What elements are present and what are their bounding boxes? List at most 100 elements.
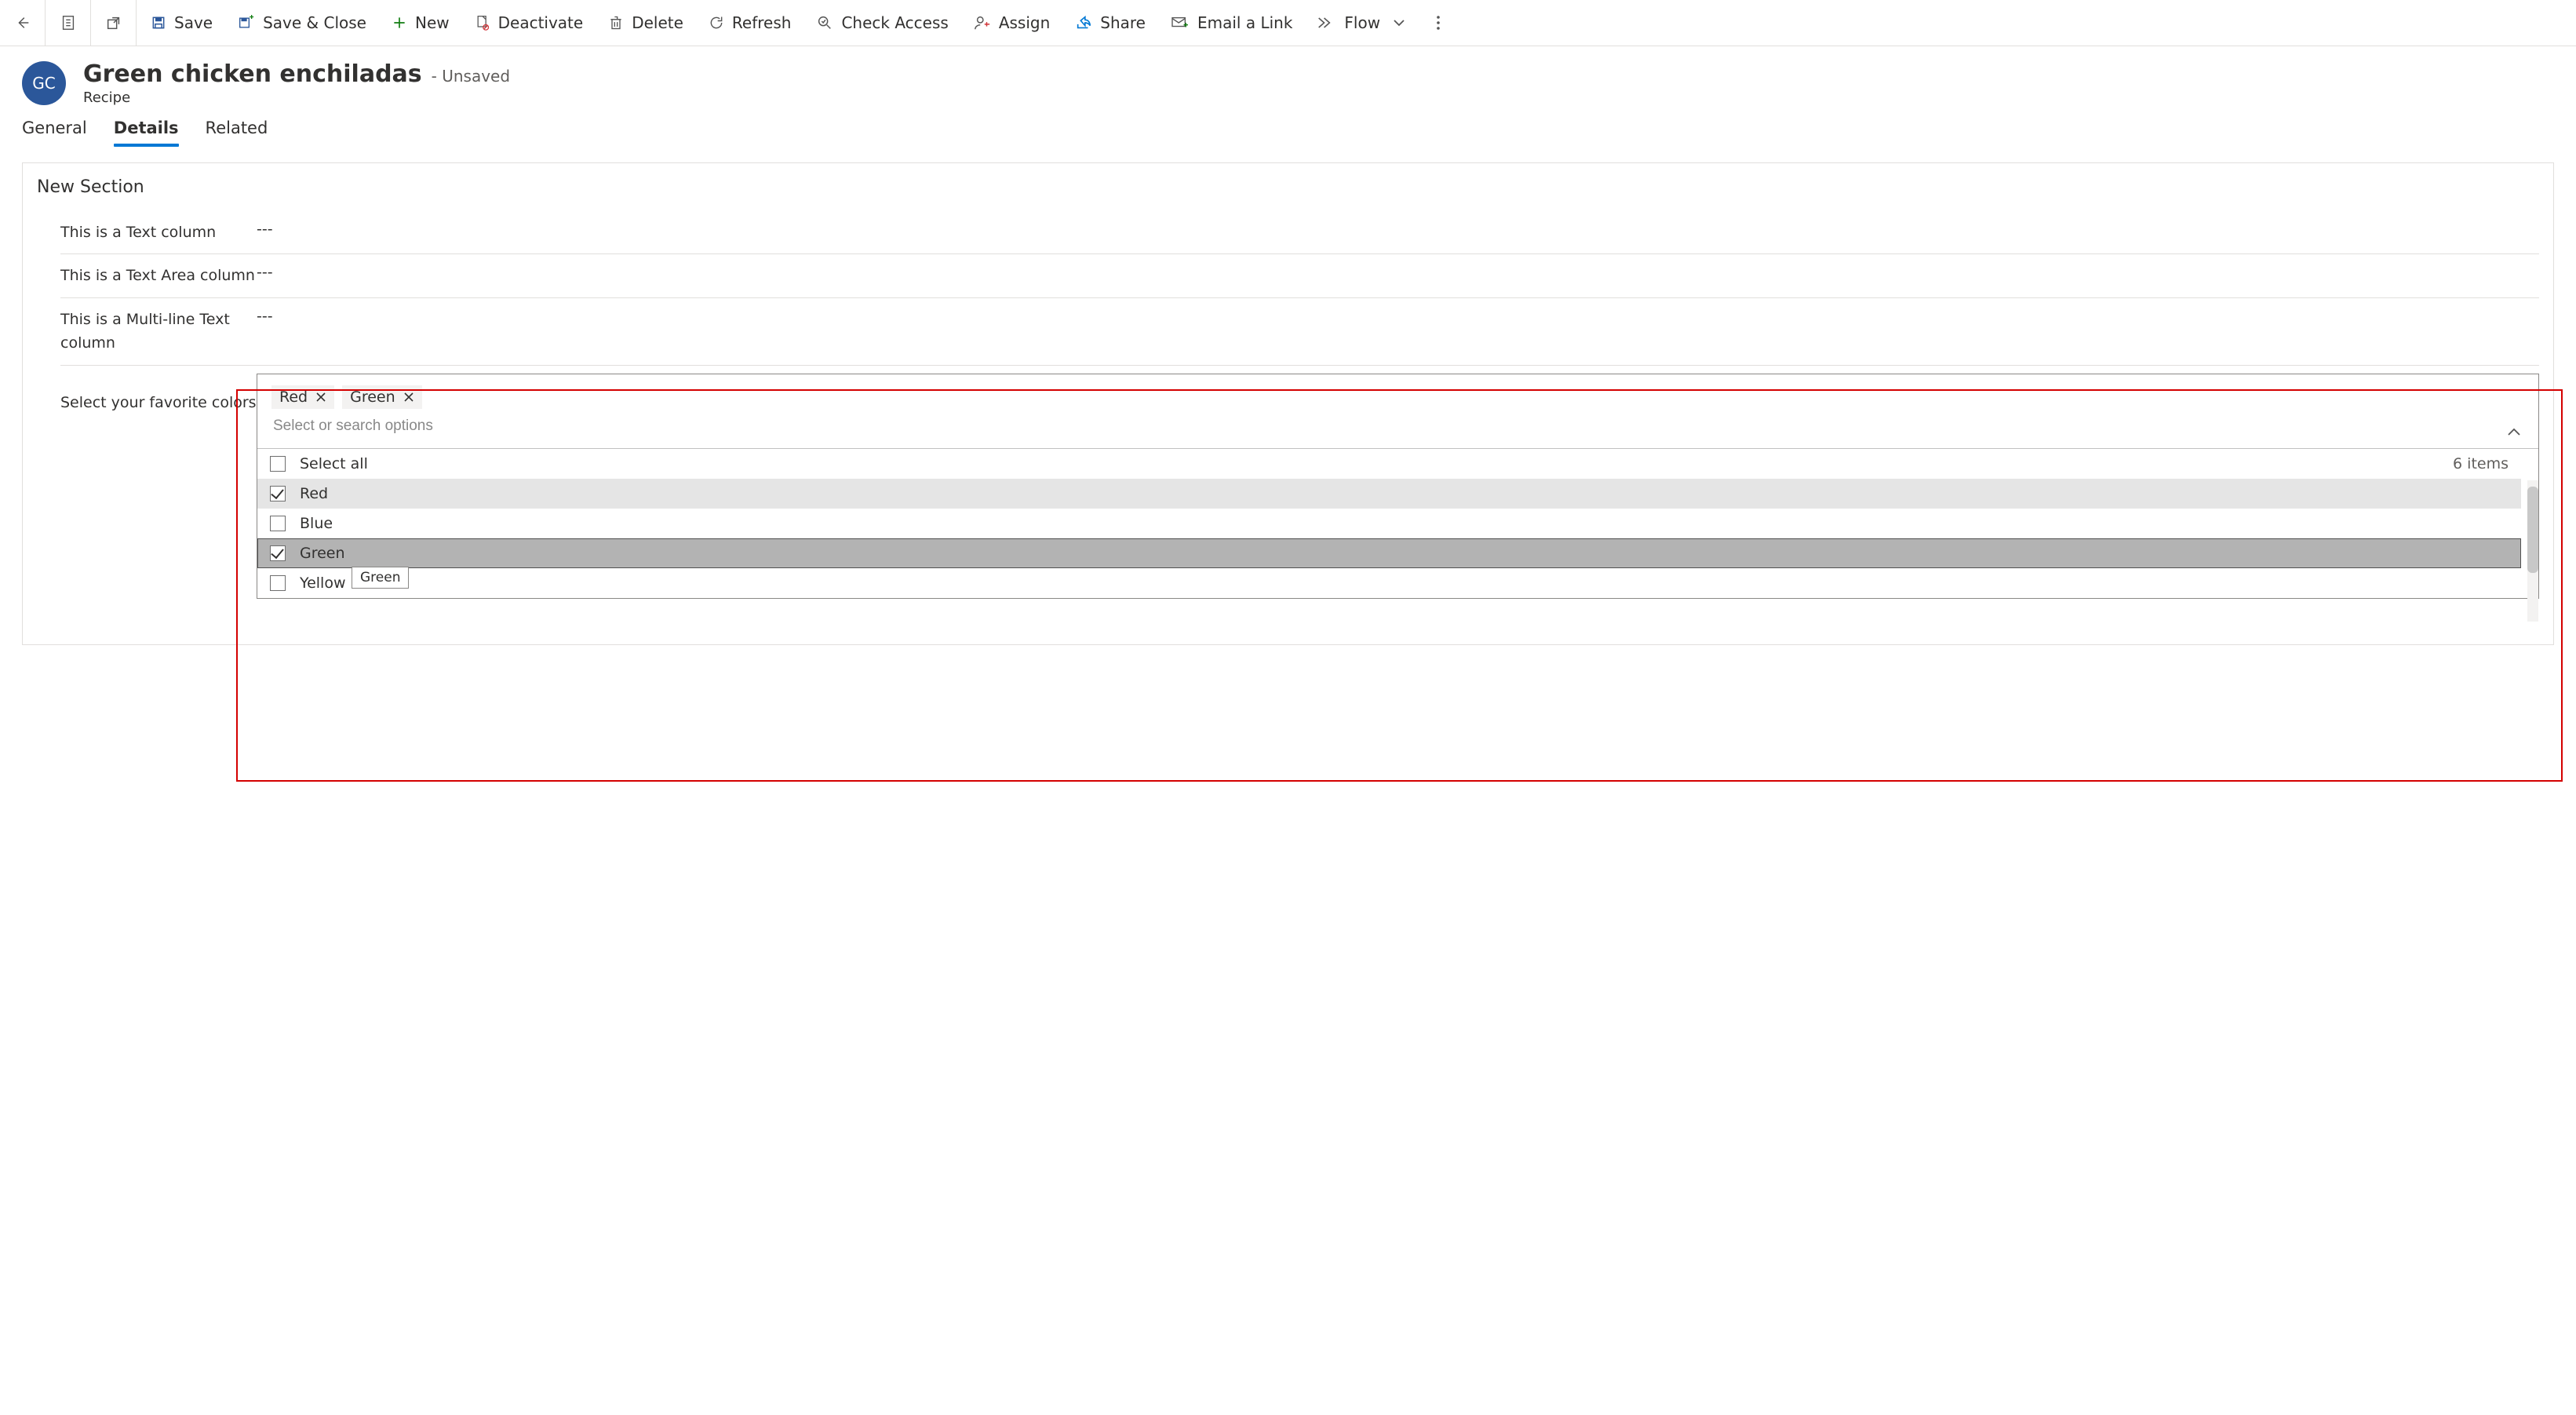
field-label: This is a Text Area column	[60, 264, 257, 287]
share-button[interactable]: Share	[1075, 13, 1146, 32]
deactivate-label: Deactivate	[498, 13, 584, 32]
share-icon	[1075, 14, 1092, 31]
save-close-label: Save & Close	[263, 13, 366, 32]
email-link-label: Email a Link	[1197, 13, 1292, 32]
flow-label: Flow	[1344, 13, 1380, 32]
field-label: Select your favorite colors	[60, 375, 257, 414]
multiselect-count: 6 items	[2453, 455, 2509, 472]
save-button[interactable]: Save	[151, 13, 213, 32]
check-access-label: Check Access	[841, 13, 948, 32]
record-title: Green chicken enchiladas	[83, 60, 422, 88]
refresh-icon	[709, 15, 724, 31]
multiselect-colors: Red Green	[257, 374, 2539, 599]
record-header: GC Green chicken enchiladas - Unsaved Re…	[0, 46, 2576, 109]
new-button[interactable]: New	[392, 13, 450, 32]
select-all-label: Select all	[300, 455, 368, 472]
multiselect-option[interactable]: Yellow Green	[257, 568, 2521, 598]
option-label: Blue	[300, 515, 333, 532]
checkbox-option[interactable]	[270, 516, 286, 531]
tooltip: Green	[352, 567, 409, 589]
pill-remove-icon[interactable]	[403, 392, 414, 403]
tab-related[interactable]: Related	[206, 119, 268, 145]
document-icon	[60, 14, 76, 31]
assign-icon	[974, 14, 991, 31]
multiselect-collapse-button[interactable]	[2501, 421, 2527, 444]
pill-green[interactable]: Green	[342, 385, 422, 409]
multiselect-option[interactable]: Blue	[257, 509, 2521, 538]
record-title-block: Green chicken enchiladas - Unsaved Recip…	[83, 60, 510, 106]
save-close-icon	[238, 15, 255, 31]
form-tabs: General Details Related	[0, 109, 2576, 145]
pill-label: Green	[350, 388, 395, 406]
assign-label: Assign	[999, 13, 1050, 32]
multiselect-select-all-row[interactable]: Select all 6 items	[257, 449, 2521, 479]
record-avatar: GC	[22, 61, 66, 105]
check-access-icon	[816, 14, 833, 31]
back-arrow-icon	[14, 14, 31, 31]
pill-label: Red	[279, 388, 308, 406]
share-label: Share	[1100, 13, 1146, 32]
section-new-section: New Section This is a Text column --- Th…	[22, 162, 2554, 645]
field-value: ---	[257, 264, 273, 281]
pill-red[interactable]: Red	[271, 385, 334, 409]
multiselect-option[interactable]: Green	[257, 538, 2521, 568]
more-vertical-icon	[1430, 13, 1446, 32]
chevron-down-icon	[1393, 18, 1405, 27]
tab-general[interactable]: General	[22, 119, 87, 145]
field-label: This is a Text column	[60, 221, 257, 244]
field-text-column[interactable]: This is a Text column ---	[60, 211, 2539, 254]
email-icon	[1171, 15, 1190, 31]
commands: Save Save & Close New Deactivate Delete	[151, 0, 1405, 46]
save-icon	[151, 15, 166, 31]
field-multiline-column[interactable]: This is a Multi-line Text column ---	[60, 298, 2539, 366]
field-label: This is a Multi-line Text column	[60, 308, 257, 356]
check-access-button[interactable]: Check Access	[816, 13, 948, 32]
delete-label: Delete	[632, 13, 683, 32]
multiselect-selected-pills: Red Green	[257, 374, 2538, 417]
pill-remove-icon[interactable]	[315, 392, 326, 403]
tab-details[interactable]: Details	[114, 119, 179, 145]
checkbox-option[interactable]	[270, 486, 286, 501]
dropdown-scrollbar[interactable]	[2527, 480, 2538, 622]
multiselect-dropdown: Select all 6 items Red Blue Green	[257, 448, 2538, 598]
record-entity: Recipe	[83, 89, 510, 106]
multiselect-option[interactable]: Red	[257, 479, 2521, 509]
checkbox-option[interactable]	[270, 545, 286, 561]
refresh-button[interactable]: Refresh	[709, 13, 792, 32]
deactivate-icon	[475, 14, 490, 31]
email-link-button[interactable]: Email a Link	[1171, 13, 1292, 32]
field-value: ---	[257, 221, 273, 238]
field-multiselect-colors: Select your favorite colors Red Green	[60, 366, 2539, 608]
option-label: Green	[300, 545, 345, 562]
overflow-button[interactable]	[1430, 13, 1446, 32]
avatar-initials: GC	[32, 74, 55, 93]
scrollbar-thumb[interactable]	[2527, 487, 2538, 573]
checkbox-option[interactable]	[270, 575, 286, 591]
multiselect-search-input[interactable]	[271, 417, 2496, 436]
back-button[interactable]	[0, 0, 46, 46]
task-pane-button[interactable]	[46, 0, 91, 46]
option-label: Red	[300, 485, 328, 502]
flow-button[interactable]: Flow	[1317, 13, 1405, 32]
checkbox-select-all[interactable]	[270, 456, 286, 472]
section-title: New Section	[37, 177, 2539, 197]
deactivate-button[interactable]: Deactivate	[475, 13, 584, 32]
popout-button[interactable]	[91, 0, 137, 46]
assign-button[interactable]: Assign	[974, 13, 1050, 32]
option-label: Yellow	[300, 574, 346, 592]
field-value: ---	[257, 308, 273, 325]
field-textarea-column[interactable]: This is a Text Area column ---	[60, 254, 2539, 297]
record-state: - Unsaved	[432, 67, 510, 86]
save-close-button[interactable]: Save & Close	[238, 13, 366, 32]
nav-controls	[0, 0, 137, 46]
save-label: Save	[174, 13, 213, 32]
refresh-label: Refresh	[732, 13, 792, 32]
chevron-up-icon	[2507, 427, 2521, 438]
multiselect-search[interactable]	[257, 417, 2538, 448]
plus-icon	[392, 15, 407, 31]
trash-icon	[608, 14, 624, 31]
new-label: New	[415, 13, 450, 32]
popout-icon	[105, 14, 122, 31]
delete-button[interactable]: Delete	[608, 13, 683, 32]
flow-icon	[1317, 15, 1336, 31]
